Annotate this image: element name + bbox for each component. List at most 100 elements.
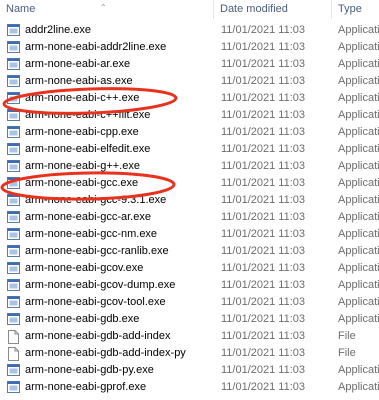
file-row[interactable]: arm-none-eabi-addr2line.exe 11/01/2021 11… bbox=[0, 39, 379, 56]
exe-icon bbox=[7, 92, 20, 104]
file-row[interactable]: arm-none-eabi-gdb.exe 11/01/2021 11:03 App… bbox=[0, 311, 379, 328]
file-row[interactable]: arm-none-eabi-ar.exe 11/01/2021 11:03 Appl… bbox=[0, 56, 379, 73]
file-date: 11/01/2021 11:03 bbox=[221, 262, 306, 274]
file-row[interactable]: arm-none-eabi-c++filt.exe 11/01/2021 11:0… bbox=[0, 107, 379, 124]
file-row[interactable]: arm-none-eabi-gcov-tool.exe 11/01/2021 11… bbox=[0, 294, 379, 311]
file-row[interactable]: arm-none-eabi-gcov-dump.exe 11/01/2021 11… bbox=[0, 277, 379, 294]
file-date: 11/01/2021 11:03 bbox=[221, 177, 306, 189]
file-name: arm-none-eabi-gdb-add-index bbox=[25, 330, 171, 342]
exe-icon bbox=[7, 296, 20, 308]
file-name: arm-none-eabi-gcov.exe bbox=[25, 262, 144, 274]
file-name: arm-none-eabi-gdb.exe bbox=[25, 313, 140, 325]
file-row[interactable]: arm-none-eabi-gcc-nm.exe 11/01/2021 11:03… bbox=[0, 226, 379, 243]
exe-icon bbox=[7, 126, 20, 138]
file-type: Applicatio bbox=[338, 245, 379, 257]
file-date: 11/01/2021 11:03 bbox=[221, 228, 306, 240]
file-row[interactable]: arm-none-eabi-gcc-ranlib.exe 11/01/2021 1… bbox=[0, 243, 379, 260]
exe-icon bbox=[7, 279, 20, 291]
exe-icon bbox=[7, 177, 20, 189]
file-name: arm-none-eabi-gcc-9.3.1.exe bbox=[25, 194, 167, 206]
file-row[interactable]: arm-none-eabi-gprof.exe 11/01/2021 11:03 A… bbox=[0, 379, 379, 396]
file-date: 11/01/2021 11:03 bbox=[221, 160, 306, 172]
file-type: Applicatio bbox=[338, 228, 379, 240]
file-row[interactable]: arm-none-eabi-gdb-add-index 11/01/2021 11… bbox=[0, 328, 379, 345]
file-row[interactable]: arm-none-eabi-elfedit.exe 11/01/2021 11:0… bbox=[0, 141, 379, 158]
file-list: addr2line.exe11/01/2021 11:03Applicatioa… bbox=[0, 22, 379, 396]
file-type: Applicatio bbox=[338, 92, 379, 104]
file-date: 11/01/2021 11:03 bbox=[221, 194, 306, 206]
file-row[interactable]: arm-none-eabi-gcc-9.3.1.exe 11/01/2021 11… bbox=[0, 192, 379, 209]
exe-icon bbox=[7, 211, 20, 223]
file-row[interactable]: arm-none-eabi-gcc.exe 11/01/2021 11:03 App… bbox=[0, 175, 379, 192]
file-date: 11/01/2021 11:03 bbox=[221, 109, 306, 121]
file-type: Applicatio bbox=[338, 364, 379, 376]
file-row[interactable]: arm-none-eabi-as.exe 11/01/2021 11:03 Appl… bbox=[0, 73, 379, 90]
exe-icon bbox=[7, 143, 20, 155]
file-name: arm-none-eabi-elfedit.exe bbox=[25, 143, 151, 155]
file-name: arm-none-eabi-gprof.exe bbox=[25, 381, 147, 393]
file-name: arm-none-eabi-addr2line.exe bbox=[25, 41, 167, 53]
exe-icon bbox=[7, 262, 20, 274]
file-name: arm-none-eabi-c++.exe bbox=[25, 92, 140, 104]
file-name: arm-none-eabi-gcc-ar.exe bbox=[25, 211, 151, 223]
file-date: 11/01/2021 11:03 bbox=[221, 313, 306, 325]
file-name: arm-none-eabi-gcov-tool.exe bbox=[25, 296, 166, 308]
exe-icon bbox=[7, 58, 20, 70]
file-name: arm-none-eabi-gdb-py.exe bbox=[25, 364, 154, 376]
file-date: 11/01/2021 11:03 bbox=[221, 245, 306, 257]
file-name: addr2line.exe bbox=[25, 24, 92, 36]
exe-icon bbox=[7, 313, 20, 325]
file-name: arm-none-eabi-gcc-ranlib.exe bbox=[25, 245, 169, 257]
file-name: arm-none-eabi-as.exe bbox=[25, 75, 133, 87]
file-date: 11/01/2021 11:03 bbox=[221, 24, 306, 36]
file-date: 11/01/2021 11:03 bbox=[221, 381, 306, 393]
file-row[interactable]: arm-none-eabi-gcc-ar.exe 11/01/2021 11:03… bbox=[0, 209, 379, 226]
file-name: arm-none-eabi-ar.exe bbox=[25, 58, 131, 70]
file-type: Applicatio bbox=[338, 279, 379, 291]
file-row[interactable]: arm-none-eabi-gcov.exe 11/01/2021 11:03 Ap… bbox=[0, 260, 379, 277]
file-type: File bbox=[338, 347, 356, 359]
file-type: Applicatio bbox=[338, 24, 379, 36]
column-header-bar: Name ⌃ Date modified Type bbox=[0, 0, 379, 19]
column-header-type[interactable]: Type bbox=[332, 0, 379, 19]
file-type: Applicatio bbox=[338, 262, 379, 274]
file-date: 11/01/2021 11:03 bbox=[221, 330, 306, 342]
exe-icon bbox=[7, 75, 20, 87]
file-date: 11/01/2021 11:03 bbox=[221, 41, 306, 53]
file-type: Applicatio bbox=[338, 75, 379, 87]
file-name: arm-none-eabi-gcov-dump.exe bbox=[25, 279, 176, 291]
file-date: 11/01/2021 11:03 bbox=[221, 279, 306, 291]
file-type: Applicatio bbox=[338, 126, 379, 138]
file-name: arm-none-eabi-gcc-nm.exe bbox=[25, 228, 158, 240]
column-header-name[interactable]: Name ⌃ bbox=[0, 0, 214, 19]
exe-icon bbox=[7, 24, 20, 36]
column-header-name-label: Name bbox=[6, 3, 36, 15]
file-row[interactable]: arm-none-eabi-cpp.exe 11/01/2021 11:03 App… bbox=[0, 124, 379, 141]
exe-icon bbox=[7, 41, 20, 53]
file-row[interactable]: arm-none-eabi-g++.exe 11/01/2021 11:03 App… bbox=[0, 158, 379, 175]
file-type: Applicatio bbox=[338, 109, 379, 121]
file-date: 11/01/2021 11:03 bbox=[221, 126, 306, 138]
file-name: arm-none-eabi-g++.exe bbox=[25, 160, 140, 172]
file-date: 11/01/2021 11:03 bbox=[221, 211, 306, 223]
file-type: Applicatio bbox=[338, 41, 379, 53]
file-type: Applicatio bbox=[338, 58, 379, 70]
file-name: arm-none-eabi-gcc.exe bbox=[25, 177, 139, 189]
file-name: arm-none-eabi-cpp.exe bbox=[25, 126, 139, 138]
file-row[interactable]: addr2line.exe 11/01/2021 11:03 Applicatio bbox=[0, 22, 379, 39]
exe-icon bbox=[7, 381, 20, 393]
file-date: 11/01/2021 11:03 bbox=[221, 75, 306, 87]
file-icon bbox=[7, 347, 20, 361]
exe-icon bbox=[7, 245, 20, 257]
file-name: arm-none-eabi-c++filt.exe bbox=[25, 109, 151, 121]
file-row[interactable]: arm-none-eabi-c++.exe 11/01/2021 11:03 App… bbox=[0, 90, 379, 107]
file-date: 11/01/2021 11:03 bbox=[221, 58, 306, 70]
exe-icon bbox=[7, 109, 20, 121]
file-name: arm-none-eabi-gdb-add-index-py bbox=[25, 347, 186, 359]
file-type: Applicatio bbox=[338, 194, 379, 206]
file-row[interactable]: arm-none-eabi-gdb-py.exe 11/01/2021 11:03… bbox=[0, 362, 379, 379]
file-row[interactable]: arm-none-eabi-gdb-add-index-py 11/01/2021… bbox=[0, 345, 379, 362]
column-header-date[interactable]: Date modified bbox=[214, 0, 332, 19]
file-date: 11/01/2021 11:03 bbox=[221, 143, 306, 155]
column-header-date-label: Date modified bbox=[220, 3, 288, 15]
